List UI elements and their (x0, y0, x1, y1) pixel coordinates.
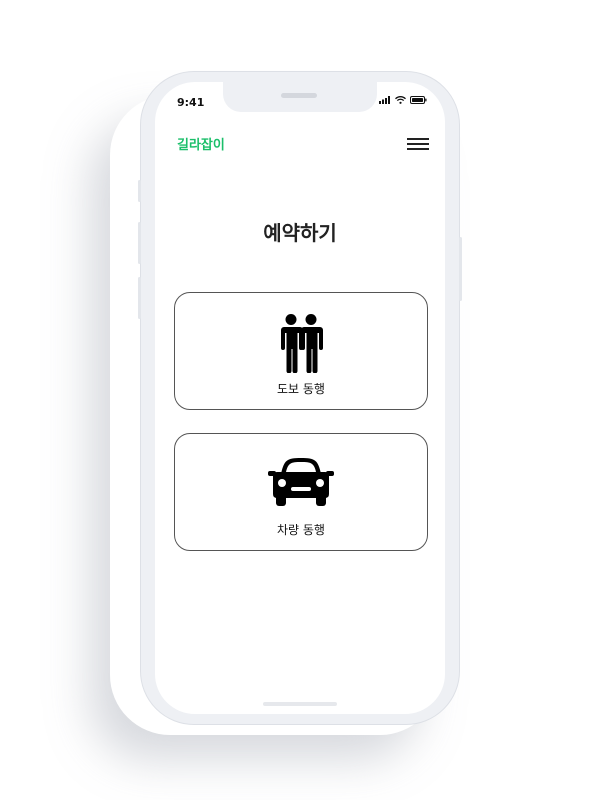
notch (223, 82, 377, 112)
volume-down-button (138, 277, 141, 319)
vehicle-companion-label: 차량 동행 (277, 523, 325, 537)
car-icon (175, 454, 427, 510)
speaker (281, 93, 317, 98)
two-people-icon (175, 313, 427, 373)
walk-companion-label: 도보 동행 (277, 382, 325, 396)
home-indicator (263, 702, 337, 706)
app-logo[interactable]: 길라잡이 (177, 134, 225, 153)
status-time: 9:41 (177, 96, 205, 109)
wifi-icon (395, 96, 406, 104)
battery-icon (410, 96, 427, 104)
mute-switch (138, 180, 141, 202)
vehicle-companion-button[interactable]: 차량 동행 (174, 433, 428, 551)
volume-up-button (138, 222, 141, 264)
power-button (459, 237, 462, 301)
walk-companion-button[interactable]: 도보 동행 (174, 292, 428, 410)
page-title: 예약하기 (263, 221, 337, 245)
status-icons (379, 96, 427, 104)
phone-screen: 9:41 길라잡이 예약하기 도보 동행 차량 동행 (155, 82, 445, 714)
hamburger-menu-icon[interactable] (407, 138, 429, 150)
mockup-stage: 9:41 길라잡이 예약하기 도보 동행 차량 동행 (0, 0, 600, 800)
signal-icon (379, 96, 390, 104)
